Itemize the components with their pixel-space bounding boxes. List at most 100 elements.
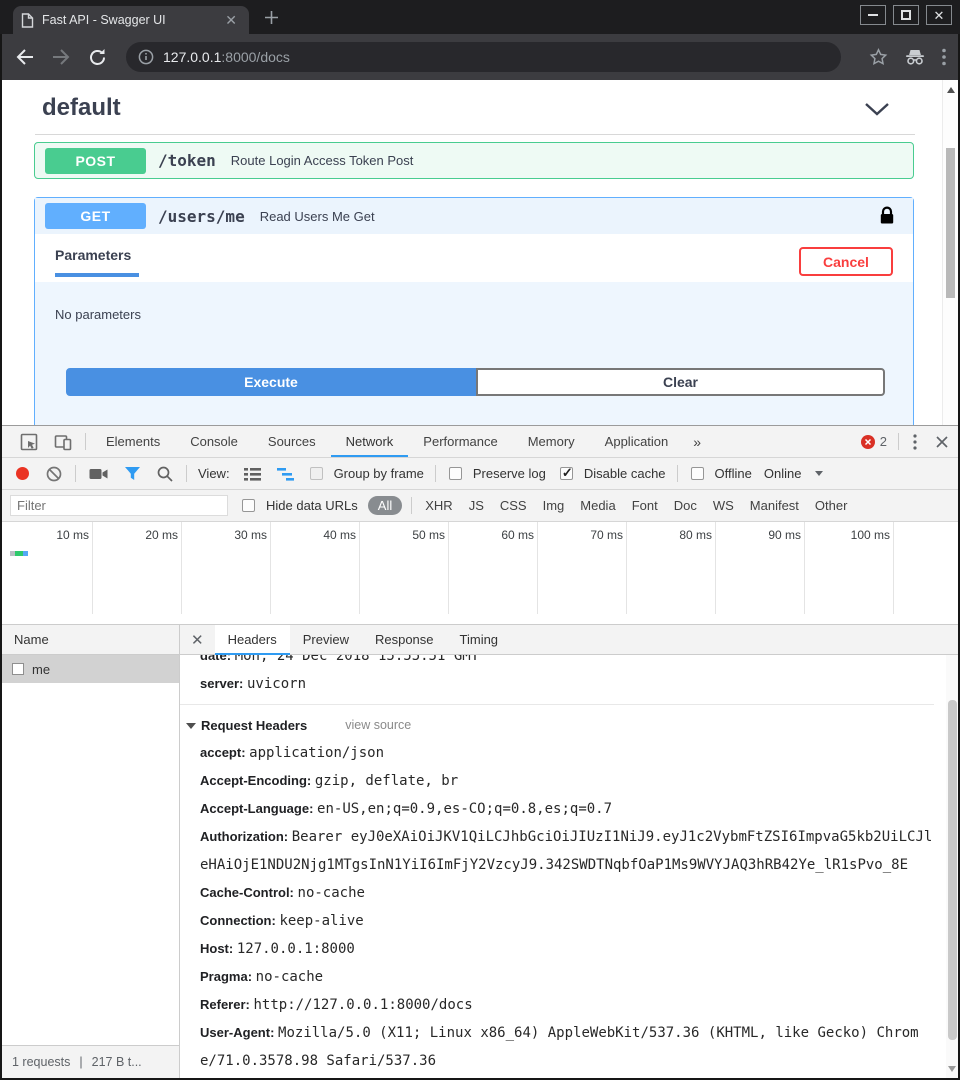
execute-button[interactable]: Execute: [66, 368, 476, 396]
devtools-tab-memory[interactable]: Memory: [513, 426, 590, 457]
reload-button[interactable]: [86, 48, 108, 67]
devtools-tab-network[interactable]: Network: [331, 426, 409, 457]
disable-cache-checkbox[interactable]: [560, 467, 573, 480]
minimize-button[interactable]: [860, 5, 886, 25]
clear-button[interactable]: Clear: [476, 368, 885, 396]
filter-input[interactable]: [10, 495, 228, 516]
dropdown-caret-icon[interactable]: [815, 471, 823, 476]
request-header-row: Cache-Control: no-cache: [180, 879, 934, 907]
filter-type-js[interactable]: JS: [469, 498, 484, 513]
detail-tab-headers[interactable]: Headers: [215, 625, 290, 655]
throttling-select[interactable]: Online: [764, 466, 802, 481]
devtools-menu-icon[interactable]: [904, 434, 926, 450]
request-header-row: Accept-Language: en-US,en;q=0.9,es-CO;q=…: [180, 795, 934, 823]
filter-type-media[interactable]: Media: [580, 498, 615, 513]
filter-type-img[interactable]: Img: [543, 498, 565, 513]
network-main-area: Name me 1 requests | 217 B t... ✕ Header…: [2, 625, 958, 1078]
filter-type-all[interactable]: All: [368, 496, 402, 515]
devtools-tab-application[interactable]: Application: [590, 426, 684, 457]
devtools-tab-console[interactable]: Console: [175, 426, 253, 457]
browser-tab[interactable]: Fast API - Swagger UI ✕: [13, 6, 249, 34]
window-controls: ✕: [860, 5, 952, 25]
tab-title: Fast API - Swagger UI: [42, 13, 221, 27]
divider: [898, 433, 899, 450]
detail-tab-preview[interactable]: Preview: [290, 625, 362, 655]
group-by-frame-checkbox[interactable]: [310, 467, 323, 480]
group-by-frame-label[interactable]: Group by frame: [334, 466, 424, 481]
devtools-tab-performance[interactable]: Performance: [408, 426, 512, 457]
headers-scrollbar-thumb[interactable]: [948, 700, 957, 1040]
request-row-me[interactable]: me: [2, 655, 179, 683]
error-icon: [861, 435, 875, 449]
filter-type-manifest[interactable]: Manifest: [750, 498, 799, 513]
preserve-log-label[interactable]: Preserve log: [473, 466, 546, 481]
cancel-button[interactable]: Cancel: [799, 247, 893, 276]
headers-scrollbar[interactable]: [946, 655, 958, 1078]
preserve-log-checkbox[interactable]: [449, 467, 462, 480]
more-tabs-chevron[interactable]: »: [683, 434, 711, 450]
disable-cache-label[interactable]: Disable cache: [584, 466, 666, 481]
devtools-tab-elements[interactable]: Elements: [91, 426, 175, 457]
request-headers-section-header[interactable]: Request Headers view source: [180, 712, 934, 739]
opblock-get-header[interactable]: GET /users/me Read Users Me Get: [35, 198, 913, 234]
hide-data-urls-checkbox[interactable]: [242, 499, 255, 512]
section-collapse-chevron-icon[interactable]: [864, 102, 890, 121]
opblock-post-header[interactable]: POST /token Route Login Access Token Pos…: [35, 143, 913, 178]
maximize-button[interactable]: [893, 5, 919, 25]
detail-close-icon[interactable]: ✕: [180, 631, 215, 649]
page-scrollbar-thumb[interactable]: [946, 148, 955, 298]
site-info-icon[interactable]: [138, 49, 154, 65]
divider: [75, 465, 76, 482]
minimize-icon: [868, 14, 878, 16]
waterfall-view-icon[interactable]: [277, 467, 294, 481]
auth-lock-icon[interactable]: [879, 206, 895, 231]
close-button[interactable]: ✕: [926, 5, 952, 25]
scrollbar-down-icon[interactable]: [948, 1066, 956, 1072]
scrollbar-up-icon[interactable]: [947, 87, 955, 93]
network-filter-row: Hide data URLs All XHR JS CSS Img Media …: [2, 490, 958, 522]
url-path: :8000/docs: [221, 49, 290, 65]
list-view-icon[interactable]: [244, 467, 261, 481]
filter-type-xhr[interactable]: XHR: [425, 498, 452, 513]
clear-requests-icon[interactable]: [46, 466, 62, 482]
name-column-header[interactable]: Name: [2, 625, 179, 655]
view-source-link[interactable]: view source: [345, 712, 411, 739]
capture-screenshots-icon[interactable]: [89, 467, 108, 481]
tab-close-icon[interactable]: ✕: [221, 13, 241, 27]
offline-label[interactable]: Offline: [715, 466, 752, 481]
collapse-triangle-icon[interactable]: [186, 723, 196, 729]
timeline-tick: 60 ms: [468, 522, 538, 614]
new-tab-button[interactable]: [264, 10, 279, 30]
record-button[interactable]: [16, 467, 29, 480]
filter-icon[interactable]: [124, 466, 141, 481]
page-scrollbar[interactable]: [942, 80, 958, 425]
device-toolbar-icon[interactable]: [46, 433, 80, 451]
inspect-element-icon[interactable]: [12, 433, 46, 451]
filter-type-other[interactable]: Other: [815, 498, 848, 513]
offline-checkbox[interactable]: [691, 467, 704, 480]
bookmark-star-icon[interactable]: [869, 48, 888, 66]
timeline-tick: 70 ms: [557, 522, 627, 614]
network-status-bar: 1 requests | 217 B t...: [2, 1045, 179, 1078]
back-button[interactable]: [14, 48, 36, 66]
search-icon[interactable]: [157, 466, 173, 482]
swagger-section-title: default: [42, 94, 121, 122]
filter-type-doc[interactable]: Doc: [674, 498, 697, 513]
browser-menu-icon[interactable]: [942, 48, 946, 66]
filter-type-font[interactable]: Font: [632, 498, 658, 513]
devtools-tab-sources[interactable]: Sources: [253, 426, 331, 457]
request-header-row: Pragma: no-cache: [180, 963, 934, 991]
opblock-get-users-me: GET /users/me Read Users Me Get Paramete…: [34, 197, 914, 425]
console-error-badge[interactable]: 2: [861, 434, 887, 449]
headers-pane: date: Mon, 24 Dec 2018 15:55:51 GMT serv…: [180, 655, 958, 1078]
hide-data-urls-label[interactable]: Hide data URLs: [266, 498, 358, 513]
filter-type-css[interactable]: CSS: [500, 498, 527, 513]
devtools-close-icon[interactable]: [926, 435, 958, 449]
network-overview-timeline[interactable]: 10 ms 20 ms 30 ms 40 ms 50 ms 60 ms 70 m…: [2, 522, 958, 625]
detail-tab-timing[interactable]: Timing: [447, 625, 512, 655]
detail-tab-response[interactable]: Response: [362, 625, 447, 655]
filter-type-ws[interactable]: WS: [713, 498, 734, 513]
forward-button[interactable]: [50, 48, 72, 66]
address-bar[interactable]: 127.0.0.1:8000/docs: [126, 42, 841, 72]
parameters-tab[interactable]: Parameters: [55, 247, 131, 263]
